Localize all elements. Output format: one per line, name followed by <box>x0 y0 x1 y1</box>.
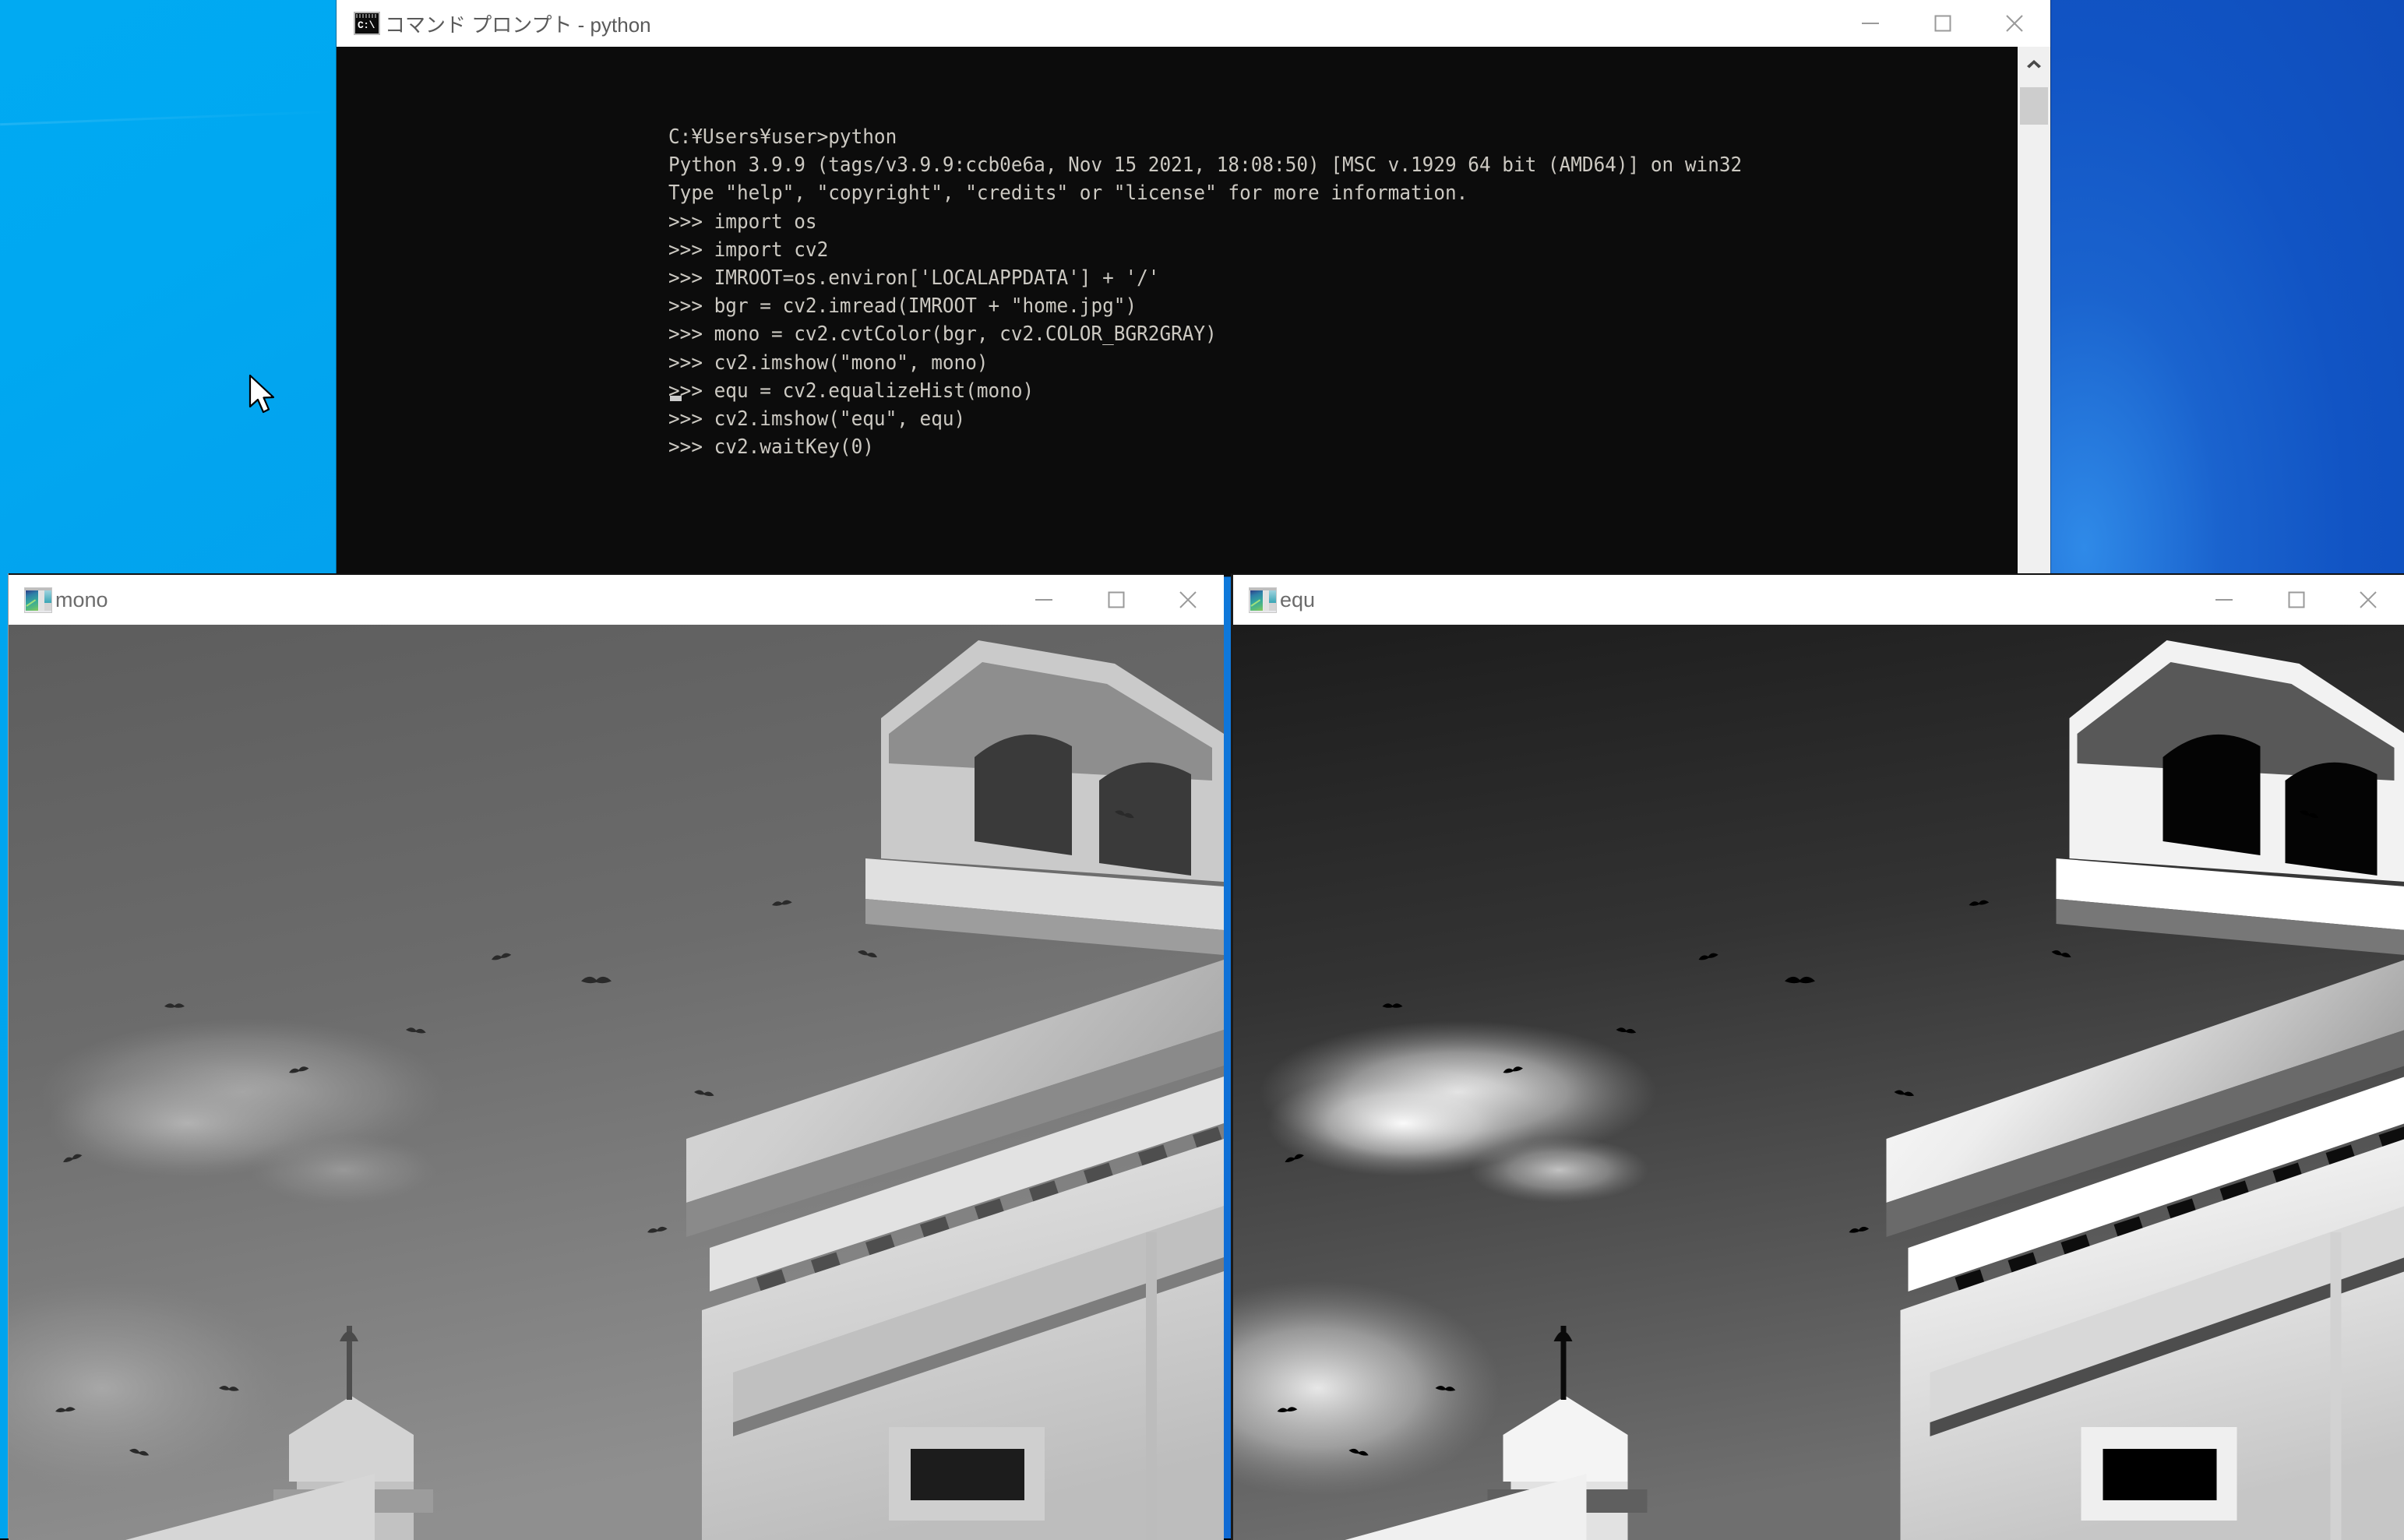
mono-window-title: mono <box>55 588 108 612</box>
equ-window-controls <box>2189 575 2404 625</box>
minimize-button[interactable] <box>1835 0 1907 47</box>
close-icon <box>2358 590 2378 610</box>
command-prompt-titlebar[interactable]: C:\ コマンド プロンプト - python <box>337 0 2050 47</box>
opencv-image-icon <box>24 587 52 613</box>
wallpaper-right-region <box>2049 0 2404 576</box>
mono-photograph <box>9 625 1224 1540</box>
cmd-icon: C:\ <box>354 12 380 35</box>
equ-maximize-button[interactable] <box>2261 575 2332 625</box>
minimize-icon <box>1860 18 1882 29</box>
mono-maximize-button[interactable] <box>1080 575 1152 625</box>
maximize-icon <box>1933 14 1952 33</box>
scrollbar-thumb[interactable] <box>2020 87 2048 125</box>
window-controls <box>1835 0 2050 47</box>
mono-close-button[interactable] <box>1152 575 1224 625</box>
equ-photograph <box>1233 625 2404 1540</box>
mono-window-titlebar[interactable]: mono <box>9 573 1224 625</box>
command-prompt-window[interactable]: C:\ コマンド プロンプト - python C:¥Us <box>337 0 2050 576</box>
maximize-icon <box>2287 590 2306 609</box>
close-button[interactable] <box>1979 0 2050 47</box>
opencv-image-icon <box>1249 587 1277 613</box>
maximize-button[interactable] <box>1907 0 1979 47</box>
close-icon <box>2004 13 2025 33</box>
equ-minimize-button[interactable] <box>2189 575 2261 625</box>
cmd-icon-label: C:\ <box>358 20 375 31</box>
equ-close-button[interactable] <box>2332 575 2404 625</box>
command-prompt-title: コマンド プロンプト - python <box>385 9 651 38</box>
mono-minimize-button[interactable] <box>1009 575 1080 625</box>
command-prompt-console[interactable]: C:¥Users¥user>python Python 3.9.9 (tags/… <box>337 47 2050 576</box>
chevron-up-icon <box>2025 58 2043 69</box>
equ-window-titlebar[interactable]: equ <box>1231 573 2404 625</box>
maximize-icon <box>1107 590 1126 609</box>
console-scrollbar[interactable] <box>2018 47 2050 576</box>
minimize-icon <box>2214 594 2236 605</box>
mono-image-canvas <box>9 625 1224 1540</box>
mono-window-controls <box>1009 575 1224 625</box>
minimize-icon <box>1034 594 1056 605</box>
console-caret <box>670 396 682 401</box>
console-output-text: C:¥Users¥user>python Python 3.9.9 (tags/… <box>668 123 1742 461</box>
equ-image-canvas <box>1231 625 2404 1540</box>
wallpaper-left-region <box>0 0 337 576</box>
close-icon <box>1178 590 1198 610</box>
opencv-window-equ[interactable]: equ <box>1231 573 2404 1538</box>
opencv-window-mono[interactable]: mono <box>8 573 1224 1538</box>
scrollbar-up-button[interactable] <box>2018 47 2050 79</box>
equ-window-title: equ <box>1280 588 1315 612</box>
